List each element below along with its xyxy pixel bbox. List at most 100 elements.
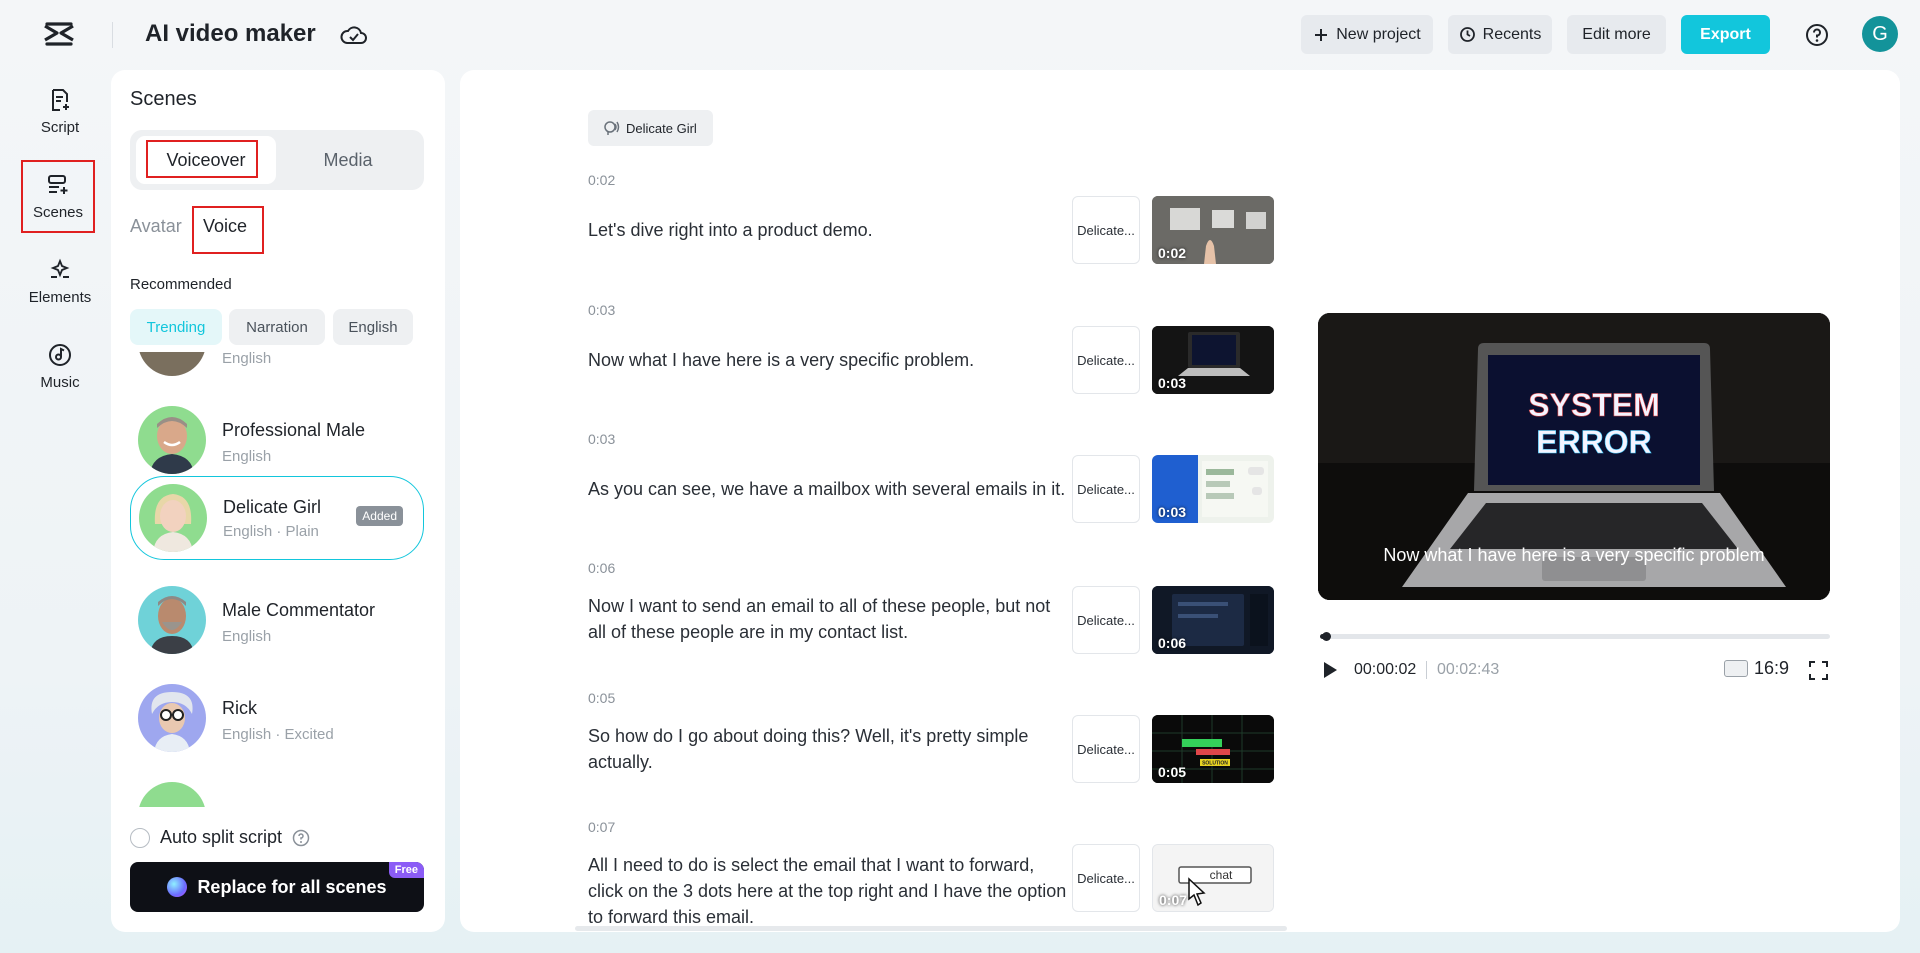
plus-icon: [1315, 28, 1328, 41]
voice-item-delicate-girl[interactable]: Delicate Girl English · Plain Added: [130, 476, 424, 560]
video-preview[interactable]: SYSTEM ERROR Now what I have here is a v…: [1318, 313, 1830, 600]
scene-row: 0:05 So how do I go about doing this? We…: [588, 690, 1298, 783]
scene-text[interactable]: Now what I have here is a very specific …: [588, 347, 1068, 373]
scene-text[interactable]: Let's dive right into a product demo.: [588, 217, 1068, 243]
tab-media[interactable]: Media: [278, 136, 418, 184]
clock-history-icon: [1459, 27, 1475, 42]
scene-thumbnail[interactable]: chat 0:07: [1152, 844, 1274, 912]
scene-text[interactable]: So how do I go about doing this? Well, i…: [588, 723, 1068, 775]
scene-duration: 0:06: [1158, 635, 1187, 651]
horizontal-scrollbar[interactable]: [575, 926, 1287, 931]
edit-more-label: Edit more: [1582, 25, 1651, 43]
user-avatar[interactable]: G: [1862, 16, 1898, 52]
free-badge: Free: [388, 862, 424, 878]
help-icon[interactable]: [1804, 22, 1830, 48]
scene-text[interactable]: As you can see, we have a mailbox with s…: [588, 476, 1068, 502]
edit-more-button[interactable]: Edit more: [1567, 15, 1666, 54]
voice-name: Professional Male: [222, 420, 366, 440]
aspect-ratio-label: 16:9: [1754, 658, 1790, 678]
scene-duration: 0:03: [1158, 504, 1187, 520]
scene-time: 0:03: [588, 431, 616, 447]
scene-thumbnail[interactable]: 0:02: [1152, 196, 1274, 264]
rail-label-scenes: Scenes: [32, 204, 84, 221]
voice-meta: English: [222, 352, 272, 367]
scene-text[interactable]: Now I want to send an email to all of th…: [588, 593, 1068, 645]
new-project-label: New project: [1336, 25, 1421, 43]
scene-row: 0:06 Now I want to send an email to all …: [588, 560, 1298, 654]
voice-item[interactable]: English: [130, 352, 424, 380]
voice-item-male-commentator[interactable]: Male Commentator English: [130, 572, 424, 658]
music-icon: [49, 343, 71, 366]
scene-voice-card[interactable]: Delicate...: [1072, 715, 1140, 783]
aspect-ratio-selector[interactable]: 16:9: [1724, 658, 1789, 679]
scene-voice-card[interactable]: Delicate...: [1072, 196, 1140, 264]
voice-avatar: [138, 406, 206, 474]
voice-avatar: [138, 684, 206, 752]
scene-time: 0:06: [588, 560, 616, 576]
aspect-ratio-icon: [1724, 660, 1748, 677]
top-bar: AI video maker New project Recents Edit …: [0, 0, 1920, 70]
voice-avatar: [138, 352, 206, 376]
voice-list: English Professional Male English Delica…: [111, 352, 445, 807]
play-icon[interactable]: [1318, 659, 1340, 681]
scene-thumbnail[interactable]: 0:06: [1152, 586, 1274, 654]
scene-thumbnail[interactable]: 0:03: [1152, 326, 1274, 394]
voice-item-professional-male[interactable]: Professional Male English: [130, 392, 424, 478]
chip-narration[interactable]: Narration: [229, 309, 325, 345]
scene-voice-card[interactable]: Delicate...: [1072, 586, 1140, 654]
auto-split-option[interactable]: Auto split script: [130, 827, 310, 848]
ai-orb-icon: [167, 877, 188, 897]
voice-avatar: [138, 782, 206, 807]
thumb-chat-text: chat: [1210, 868, 1233, 882]
subtab-avatar[interactable]: Avatar: [130, 216, 182, 237]
scene-duration: 0:07: [1159, 892, 1188, 908]
rail-item-script[interactable]: Script: [18, 74, 102, 148]
voice-name: Male Commentator: [222, 600, 376, 620]
voice-item-rick[interactable]: Rick English · Excited: [130, 670, 424, 756]
voice-meta: English · Plain: [223, 523, 319, 540]
chip-english[interactable]: English: [333, 309, 413, 345]
export-label: Export: [1700, 25, 1751, 43]
scene-voice-card[interactable]: Delicate...: [1072, 326, 1140, 394]
export-button[interactable]: Export: [1681, 15, 1770, 54]
rail-item-elements[interactable]: Elements: [18, 244, 102, 318]
scene-duration: 0:03: [1158, 375, 1187, 391]
voice-avatar: [139, 484, 207, 552]
scene-text[interactable]: All I need to do is select the email tha…: [588, 852, 1068, 930]
chip-trending[interactable]: Trending: [130, 309, 222, 345]
rail-label-elements: Elements: [28, 288, 92, 306]
capcut-logo-icon[interactable]: [42, 20, 76, 50]
scene-time: 0:03: [588, 302, 616, 318]
app-title: AI video maker: [145, 20, 316, 47]
rail-item-scenes[interactable]: Scenes: [21, 160, 95, 233]
cloud-sync-icon[interactable]: [340, 22, 368, 48]
scene-duration: 0:02: [1158, 245, 1187, 261]
scene-thumbnail[interactable]: 0:03: [1152, 455, 1274, 523]
replace-for-all-scenes-button[interactable]: Replace for all scenes Free: [130, 862, 424, 912]
voice-avatar: [138, 586, 206, 654]
scene-row: 0:07 All I need to do is select the emai…: [588, 819, 1298, 927]
preview-screen-text-line2: ERROR: [1536, 424, 1652, 460]
scene-voice-card[interactable]: Delicate...: [1072, 455, 1140, 523]
scene-time: 0:02: [588, 172, 616, 188]
auto-split-checkbox[interactable]: [130, 827, 150, 848]
highlight-box-voiceover: [146, 140, 258, 178]
playback-progress-bar[interactable]: [1320, 632, 1830, 641]
new-project-button[interactable]: New project: [1301, 15, 1433, 54]
voice-item[interactable]: [130, 768, 424, 807]
question-icon[interactable]: [292, 829, 310, 847]
scene-thumbnail[interactable]: SOLUTION 0:05: [1152, 715, 1274, 783]
voice-tag[interactable]: Delicate Girl: [588, 110, 713, 146]
voice-meta: English: [222, 448, 272, 465]
recents-button[interactable]: Recents: [1448, 15, 1552, 54]
thumb-solution-text: SOLUTION: [1202, 761, 1228, 767]
header-divider: [112, 22, 113, 48]
fullscreen-icon[interactable]: [1808, 660, 1829, 681]
rail-item-music[interactable]: Music: [18, 329, 102, 403]
scenes-panel-title: Scenes: [130, 88, 197, 110]
voice-tag-label: Delicate Girl: [626, 120, 697, 136]
elements-icon: [50, 258, 70, 278]
voice-speaker-icon: [604, 121, 620, 135]
scene-row: 0:03 As you can see, we have a mailbox w…: [588, 431, 1298, 523]
scene-voice-card[interactable]: Delicate...: [1072, 844, 1140, 912]
